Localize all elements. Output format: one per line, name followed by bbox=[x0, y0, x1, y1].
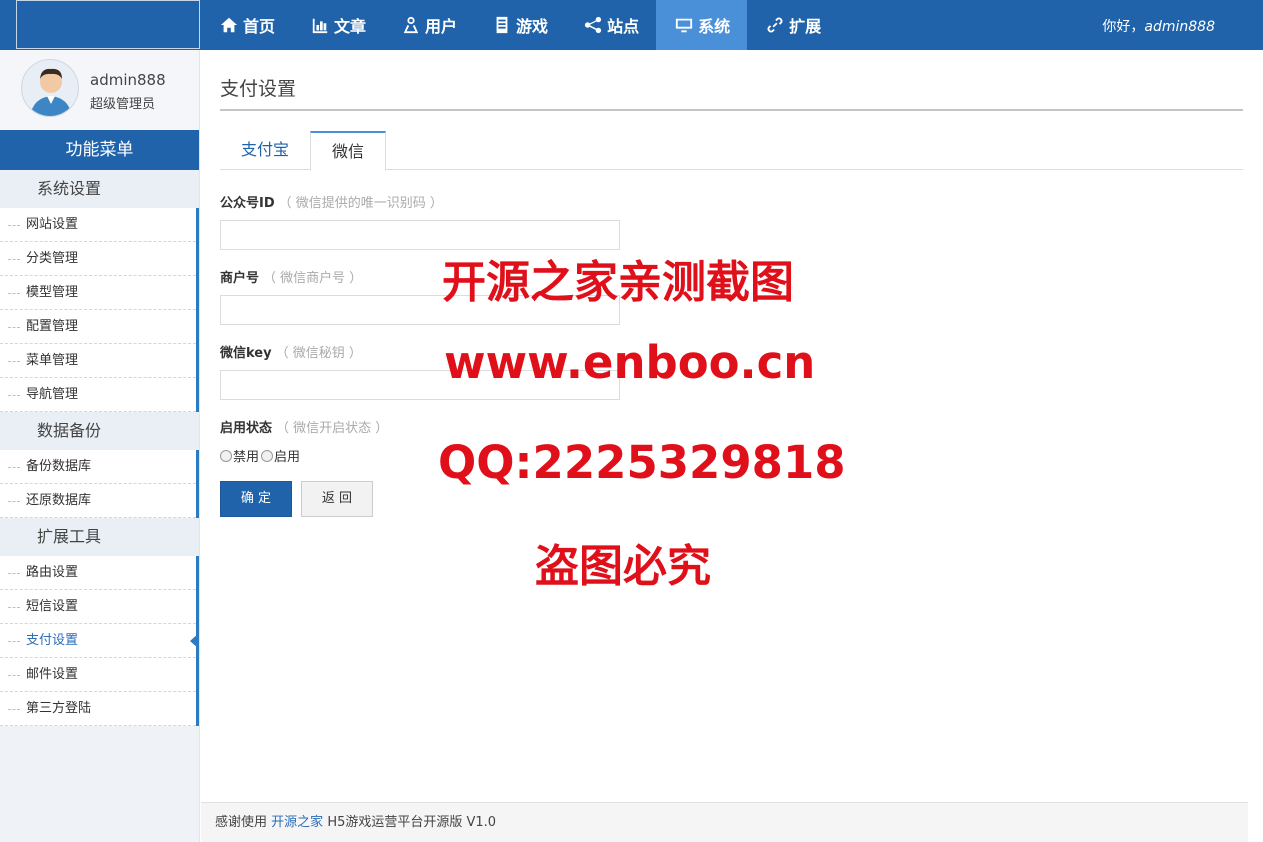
menu-item-model[interactable]: 模型管理 bbox=[0, 276, 196, 310]
status-hint: （ 微信开启状态 ） bbox=[276, 421, 389, 436]
share-icon bbox=[584, 16, 602, 34]
home-icon bbox=[220, 17, 238, 33]
nav-extensions-label: 扩展 bbox=[789, 17, 822, 36]
profile-name: admin888 bbox=[90, 71, 166, 89]
title-divider bbox=[220, 109, 1243, 111]
logo-area[interactable] bbox=[16, 0, 200, 49]
watermark-line-3: QQ:2225329818 bbox=[438, 436, 846, 489]
menu-item-sms[interactable]: 短信设置 bbox=[0, 590, 196, 624]
status-enable-label: 启用 bbox=[274, 450, 301, 465]
nav-home[interactable]: 首页 bbox=[201, 0, 292, 50]
avatar bbox=[21, 59, 79, 117]
status-disable-radio[interactable] bbox=[220, 449, 232, 462]
back-button[interactable]: 返 回 bbox=[301, 481, 373, 517]
status-label: 启用状态（ 微信开启状态 ） bbox=[220, 417, 388, 436]
merchant-id-label: 商户号（ 微信商户号 ） bbox=[220, 267, 362, 286]
wechat-key-label-text: 微信key bbox=[220, 346, 272, 361]
menu-item-navigation[interactable]: 导航管理 bbox=[0, 378, 196, 412]
watermark-line-2: www.enboo.cn bbox=[444, 336, 816, 389]
merchant-id-hint: （ 微信商户号 ） bbox=[263, 271, 363, 286]
appid-hint: （ 微信提供的唯一识别码 ） bbox=[278, 196, 443, 211]
link-icon bbox=[767, 17, 783, 33]
menu-item-restore-db[interactable]: 还原数据库 bbox=[0, 484, 196, 518]
nav-system[interactable]: 系统 bbox=[656, 0, 748, 50]
greeting-prefix: 你好， bbox=[1102, 19, 1145, 35]
payment-tabs: 支付宝 微信 bbox=[220, 131, 1243, 171]
menu-item-routes[interactable]: 路由设置 bbox=[0, 556, 196, 590]
menu-group-backup[interactable]: 数据备份 bbox=[0, 412, 199, 450]
nav-articles-label: 文章 bbox=[334, 17, 367, 36]
status-disable-label: 禁用 bbox=[233, 450, 260, 465]
menu-item-backup-db[interactable]: 备份数据库 bbox=[0, 450, 196, 484]
menu-group-system[interactable]: 系统设置 bbox=[0, 170, 199, 208]
menu-item-third-party-login[interactable]: 第三方登陆 bbox=[0, 692, 196, 726]
menu-item-config[interactable]: 配置管理 bbox=[0, 310, 196, 344]
nav-home-label: 首页 bbox=[243, 17, 276, 36]
nav-articles[interactable]: 文章 bbox=[292, 0, 383, 50]
menu-list-backup: 备份数据库 还原数据库 bbox=[0, 450, 199, 518]
nav-extensions[interactable]: 扩展 bbox=[747, 0, 838, 50]
page-title: 支付设置 bbox=[220, 78, 297, 100]
appid-label-text: 公众号ID bbox=[220, 196, 275, 211]
watermark-line-1: 开源之家亲测截图 bbox=[442, 257, 794, 308]
status-enable-radio[interactable] bbox=[261, 449, 274, 462]
menu-item-menu[interactable]: 菜单管理 bbox=[0, 344, 196, 378]
menu-title: 功能菜单 bbox=[0, 130, 199, 170]
tab-alipay[interactable]: 支付宝 bbox=[220, 131, 310, 170]
menu-item-category[interactable]: 分类管理 bbox=[0, 242, 196, 276]
status-radio-group: 禁用 启用 bbox=[220, 446, 300, 465]
monitor-icon bbox=[675, 18, 693, 33]
menu-list-system: 网站设置 分类管理 模型管理 配置管理 菜单管理 导航管理 bbox=[0, 208, 199, 412]
user-greeting[interactable]: 你好，admin888 bbox=[1102, 16, 1215, 36]
wechat-key-hint: （ 微信秘钥 ） bbox=[275, 346, 362, 361]
document-icon bbox=[496, 16, 508, 34]
bar-chart-icon bbox=[312, 18, 328, 34]
status-label-text: 启用状态 bbox=[220, 421, 273, 436]
tab-wechat[interactable]: 微信 bbox=[310, 131, 387, 171]
menu-group-tools[interactable]: 扩展工具 bbox=[0, 518, 199, 556]
nav-sites-label: 站点 bbox=[607, 17, 640, 36]
footer-link[interactable]: 开源之家 bbox=[271, 815, 323, 830]
sidebar: admin888 超级管理员 功能菜单 系统设置 网站设置 分类管理 模型管理 … bbox=[0, 50, 200, 842]
profile-role: 超级管理员 bbox=[90, 97, 156, 112]
footer-suffix: H5游戏运营平台开源版 V1.0 bbox=[327, 815, 497, 830]
greeting-username: admin888 bbox=[1144, 19, 1215, 35]
nav-sites[interactable]: 站点 bbox=[565, 0, 656, 50]
menu-item-payment[interactable]: 支付设置 bbox=[0, 624, 199, 658]
appid-label: 公众号ID （ 微信提供的唯一识别码 ） bbox=[220, 192, 443, 211]
nav-system-label: 系统 bbox=[698, 17, 731, 36]
main-nav: 首页 文章 用户 游戏 站点 系统 扩展 bbox=[201, 0, 838, 50]
nav-users-label: 用户 bbox=[425, 17, 458, 36]
user-icon bbox=[403, 16, 419, 34]
main-content: 支付设置 支付宝 微信 公众号ID （ 微信提供的唯一识别码 ） 商户号（ 微信商… bbox=[201, 50, 1263, 802]
wechat-key-label: 微信key （ 微信秘钥 ） bbox=[220, 342, 362, 361]
footer-prefix: 感谢使用 bbox=[215, 815, 268, 830]
menu-item-email[interactable]: 邮件设置 bbox=[0, 658, 196, 692]
nav-users[interactable]: 用户 bbox=[383, 0, 474, 50]
menu-list-tools: 路由设置 短信设置 支付设置 邮件设置 第三方登陆 bbox=[0, 556, 199, 726]
confirm-button[interactable]: 确 定 bbox=[220, 481, 292, 517]
footer: 感谢使用 开源之家 H5游戏运营平台开源版 V1.0 bbox=[201, 802, 1248, 842]
top-navbar: 首页 文章 用户 游戏 站点 系统 扩展 你好，admin888 bbox=[0, 0, 1263, 50]
nav-games-label: 游戏 bbox=[516, 17, 549, 36]
merchant-id-label-text: 商户号 bbox=[220, 271, 260, 286]
user-profile: admin888 超级管理员 bbox=[0, 50, 199, 130]
menu-item-site-settings[interactable]: 网站设置 bbox=[0, 208, 196, 242]
nav-games[interactable]: 游戏 bbox=[474, 0, 565, 50]
watermark-line-4: 盗图必究 bbox=[535, 541, 711, 592]
